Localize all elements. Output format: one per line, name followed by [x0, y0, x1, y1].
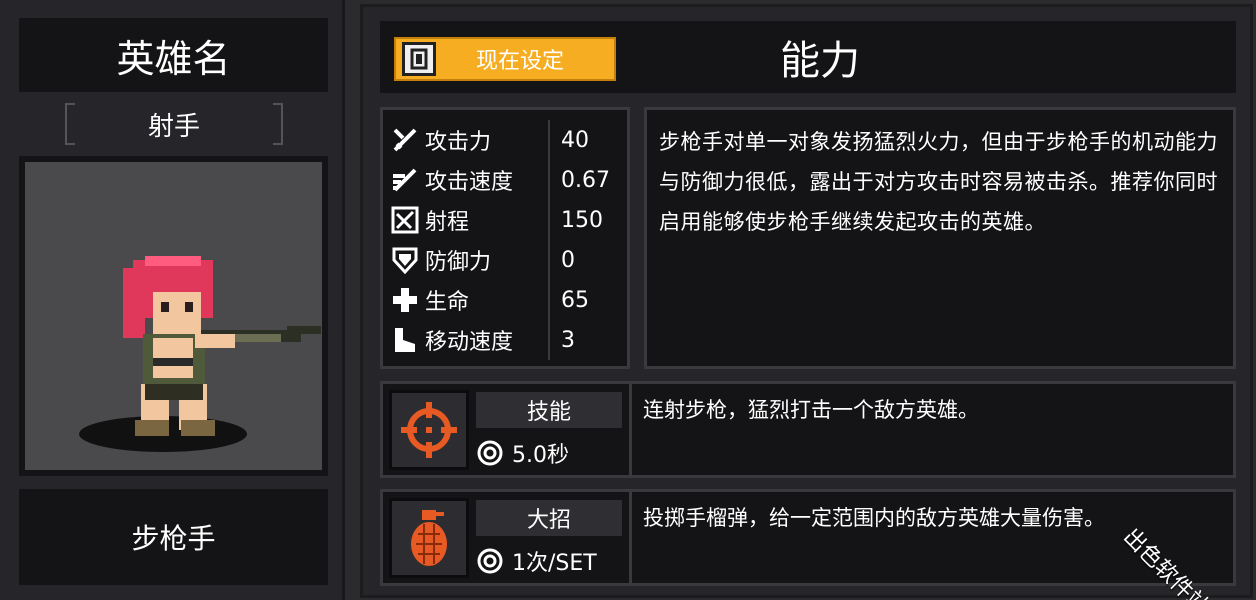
stat-row-health: 生命 65 [389, 280, 627, 320]
right-bracket [273, 103, 283, 145]
stat-row-defense: 防御力 0 [389, 240, 627, 280]
skill-cooldown: 5.0秒 [476, 434, 622, 472]
ultimate-tag: 大招 [476, 500, 622, 536]
hero-portrait-frame [19, 156, 328, 476]
stat-label: 攻击速度 [425, 170, 514, 195]
stat-label: 防御力 [425, 250, 492, 275]
panel-title: 能力 [780, 38, 860, 84]
header-bar: 现在设定 能力 [380, 21, 1236, 93]
stat-label: 射程 [425, 210, 470, 235]
hero-portrait [25, 162, 322, 470]
stat-label: 生命 [425, 290, 470, 315]
hero-class: 射手 [65, 103, 283, 145]
ultimate-uses-value: 1次/SET [512, 551, 597, 576]
ability-panel: 现在设定 能力 攻击力 40 攻击速度 0.67 射程 150 防御力 0 生命… [360, 4, 1253, 598]
hero-description: 步枪手对单一对象发扬猛烈火力，但由于步枪手的机动能力与防御力很低，露出于对方攻击… [644, 107, 1236, 369]
stat-value: 0.67 [561, 167, 610, 193]
stat-row-attack-speed: 攻击速度 0.67 [389, 160, 627, 200]
sword-icon [389, 124, 421, 156]
clock-icon [477, 548, 503, 574]
unit-name: 步枪手 [19, 489, 328, 585]
skill-separator [629, 384, 632, 475]
ultimate-uses: 1次/SET [476, 542, 622, 580]
stat-value: 150 [561, 207, 603, 233]
skill-tag: 技能 [476, 392, 622, 428]
skill-cooldown-value: 5.0秒 [512, 443, 569, 468]
hero-class-label: 射手 [147, 111, 200, 142]
grenade-icon [389, 498, 469, 578]
stat-value: 65 [561, 287, 589, 313]
stat-value: 3 [561, 327, 575, 353]
set-now-label: 现在设定 [475, 49, 564, 74]
skill-description: 连射步枪，猛烈打击一个敌方英雄。 [643, 398, 979, 422]
rifleman-sprite [79, 256, 321, 452]
stat-label: 攻击力 [425, 130, 492, 155]
hero-panel: 英雄名 射手 步枪手 [0, 0, 345, 600]
stats-divider [548, 120, 550, 360]
stat-row-attack: 攻击力 40 [389, 120, 627, 160]
left-bracket [65, 103, 75, 145]
ultimate-row: 大招 1次/SET 投掷手榴弹，给一定范围内的敌方英雄大量伤害。 [380, 489, 1236, 586]
stat-value: 40 [561, 127, 589, 153]
ultimate-separator [629, 492, 632, 583]
stat-row-move-speed: 移动速度 3 [389, 320, 627, 360]
stats-table: 攻击力 40 攻击速度 0.67 射程 150 防御力 0 生命 65 移动速度… [380, 107, 630, 369]
range-icon [389, 204, 421, 236]
set-now-button[interactable]: 现在设定 [394, 37, 616, 81]
clock-icon [477, 440, 503, 466]
attack-speed-icon [389, 164, 421, 196]
d-key-icon [402, 42, 436, 76]
ultimate-description: 投掷手榴弹，给一定范围内的敌方英雄大量伤害。 [643, 506, 1105, 530]
hero-title: 英雄名 [19, 18, 328, 92]
stat-label: 移动速度 [425, 330, 514, 355]
shield-icon [389, 244, 421, 276]
stat-value: 0 [561, 247, 575, 273]
stat-row-range: 射程 150 [389, 200, 627, 240]
skill-row: 技能 5.0秒 连射步枪，猛烈打击一个敌方英雄。 [380, 381, 1236, 478]
crosshair-icon [389, 390, 469, 470]
boot-icon [389, 324, 421, 356]
health-cross-icon [389, 284, 421, 316]
